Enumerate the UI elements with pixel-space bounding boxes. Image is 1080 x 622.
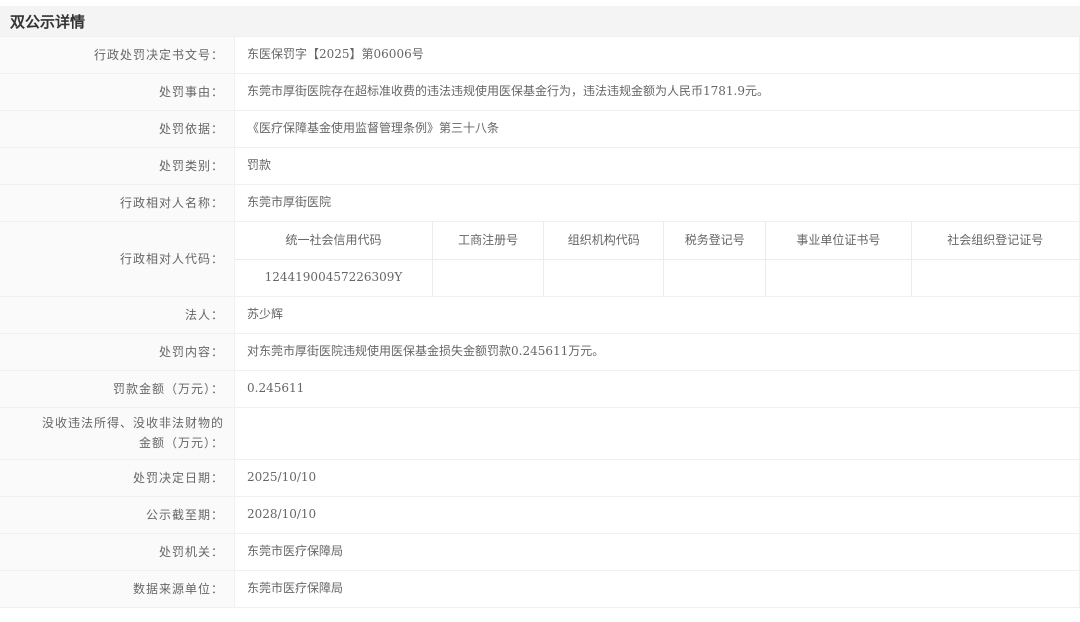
code-table-value-cell: [766, 259, 911, 296]
detail-row: 公示截至期： 2028/10/10: [0, 497, 1079, 534]
row-label: 公示截至期：: [0, 497, 235, 533]
code-table-value-cell: [544, 259, 664, 296]
code-table-header-cell: 事业单位证书号: [766, 222, 911, 259]
detail-row: 处罚决定日期： 2025/10/10: [0, 460, 1079, 497]
detail-row: 处罚机关： 东莞市医疗保障局: [0, 534, 1079, 571]
row-value: 东莞市厚街医院: [235, 185, 1079, 221]
row-label: 行政相对人名称：: [0, 185, 235, 221]
row-value: 《医疗保障基金使用监督管理条例》第三十八条: [235, 111, 1079, 147]
page-title-bar: 双公示详情: [0, 6, 1080, 36]
row-label: 处罚类别：: [0, 148, 235, 184]
code-table-value-cell: [664, 259, 766, 296]
detail-row: 行政处罚决定书文号： 东医保罚字【2025】第06006号: [0, 37, 1079, 74]
page-title: 双公示详情: [10, 11, 85, 32]
code-table-header-cell: 社会组织登记证号: [911, 222, 1079, 259]
row-value: 2025/10/10: [235, 460, 1079, 496]
row-value: 罚款: [235, 148, 1079, 184]
row-value: 东莞市厚街医院存在超标准收费的违法违规使用医保基金行为，违法违规金额为人民币17…: [235, 74, 1079, 110]
detail-row: 没收违法所得、没收非法财物的 金额（万元）：: [0, 408, 1079, 460]
row-value: 统一社会信用代码工商注册号组织机构代码税务登记号事业单位证书号社会组织登记证号 …: [235, 222, 1079, 296]
detail-row: 罚款金额（万元）： 0.245611: [0, 371, 1079, 408]
row-value: 东莞市医疗保障局: [235, 534, 1079, 570]
row-value: 苏少辉: [235, 297, 1079, 333]
detail-row: 处罚依据： 《医疗保障基金使用监督管理条例》第三十八条: [0, 111, 1079, 148]
detail-row: 处罚事由： 东莞市厚街医院存在超标准收费的违法违规使用医保基金行为，违法违规金额…: [0, 74, 1079, 111]
row-label: 行政处罚决定书文号：: [0, 37, 235, 73]
double-publicity-detail-page: 双公示详情 行政处罚决定书文号： 东医保罚字【2025】第06006号 处罚事由…: [0, 6, 1080, 608]
row-label: 处罚内容：: [0, 334, 235, 370]
row-label: 处罚机关：: [0, 534, 235, 570]
row-value: 东莞市医疗保障局: [235, 571, 1079, 607]
row-value: 东医保罚字【2025】第06006号: [235, 37, 1079, 73]
code-table-header-cell: 税务登记号: [664, 222, 766, 259]
code-table-value-row: 12441900457226309Y: [235, 259, 1079, 296]
row-label: 处罚决定日期：: [0, 460, 235, 496]
row-value: [235, 408, 1079, 459]
detail-row: 处罚内容： 对东莞市厚街医院违规使用医保基金损失金额罚款0.245611万元。: [0, 334, 1079, 371]
detail-row: 法人： 苏少辉: [0, 297, 1079, 334]
row-label: 法人：: [0, 297, 235, 333]
row-label: 数据来源单位：: [0, 571, 235, 607]
detail-row: 行政相对人名称： 东莞市厚街医院: [0, 185, 1079, 222]
detail-table: 行政处罚决定书文号： 东医保罚字【2025】第06006号 处罚事由： 东莞市厚…: [0, 36, 1080, 608]
code-table-value-cell: [432, 259, 543, 296]
code-table-header-cell: 工商注册号: [432, 222, 543, 259]
detail-row: 处罚类别： 罚款: [0, 148, 1079, 185]
code-table-header-cell: 组织机构代码: [544, 222, 664, 259]
code-table-header-row: 统一社会信用代码工商注册号组织机构代码税务登记号事业单位证书号社会组织登记证号: [235, 222, 1079, 259]
row-value: 2028/10/10: [235, 497, 1079, 533]
row-label: 罚款金额（万元）：: [0, 371, 235, 407]
code-table-value-cell: [911, 259, 1079, 296]
code-table-value-cell: 12441900457226309Y: [235, 259, 432, 296]
detail-row: 行政相对人代码： 统一社会信用代码工商注册号组织机构代码税务登记号事业单位证书号…: [0, 222, 1079, 297]
row-label: 处罚事由：: [0, 74, 235, 110]
row-label: 没收违法所得、没收非法财物的 金额（万元）：: [0, 408, 235, 459]
row-value: 对东莞市厚街医院违规使用医保基金损失金额罚款0.245611万元。: [235, 334, 1079, 370]
row-value: 0.245611: [235, 371, 1079, 407]
row-label: 行政相对人代码：: [0, 222, 235, 296]
code-table-header-cell: 统一社会信用代码: [235, 222, 432, 259]
row-label: 处罚依据：: [0, 111, 235, 147]
detail-row: 数据来源单位： 东莞市医疗保障局: [0, 571, 1079, 608]
credential-code-table: 统一社会信用代码工商注册号组织机构代码税务登记号事业单位证书号社会组织登记证号 …: [235, 222, 1079, 296]
